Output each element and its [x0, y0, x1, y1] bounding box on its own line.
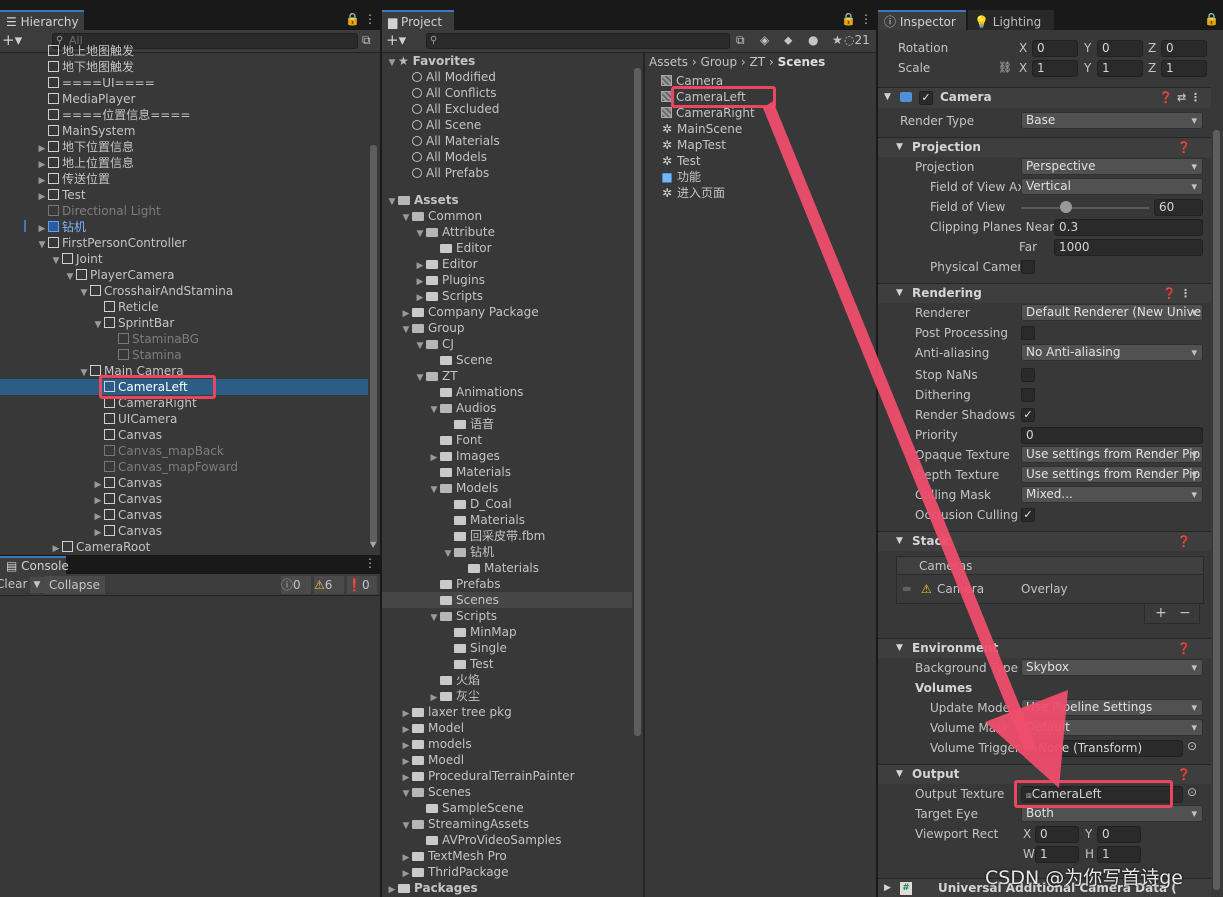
- watermark: CSDN @为你写首诗ge: [985, 867, 1183, 889]
- arrow-head: [985, 690, 1068, 788]
- annotation-arrow: [763, 101, 1068, 788]
- arrow-shaft: [763, 101, 1037, 752]
